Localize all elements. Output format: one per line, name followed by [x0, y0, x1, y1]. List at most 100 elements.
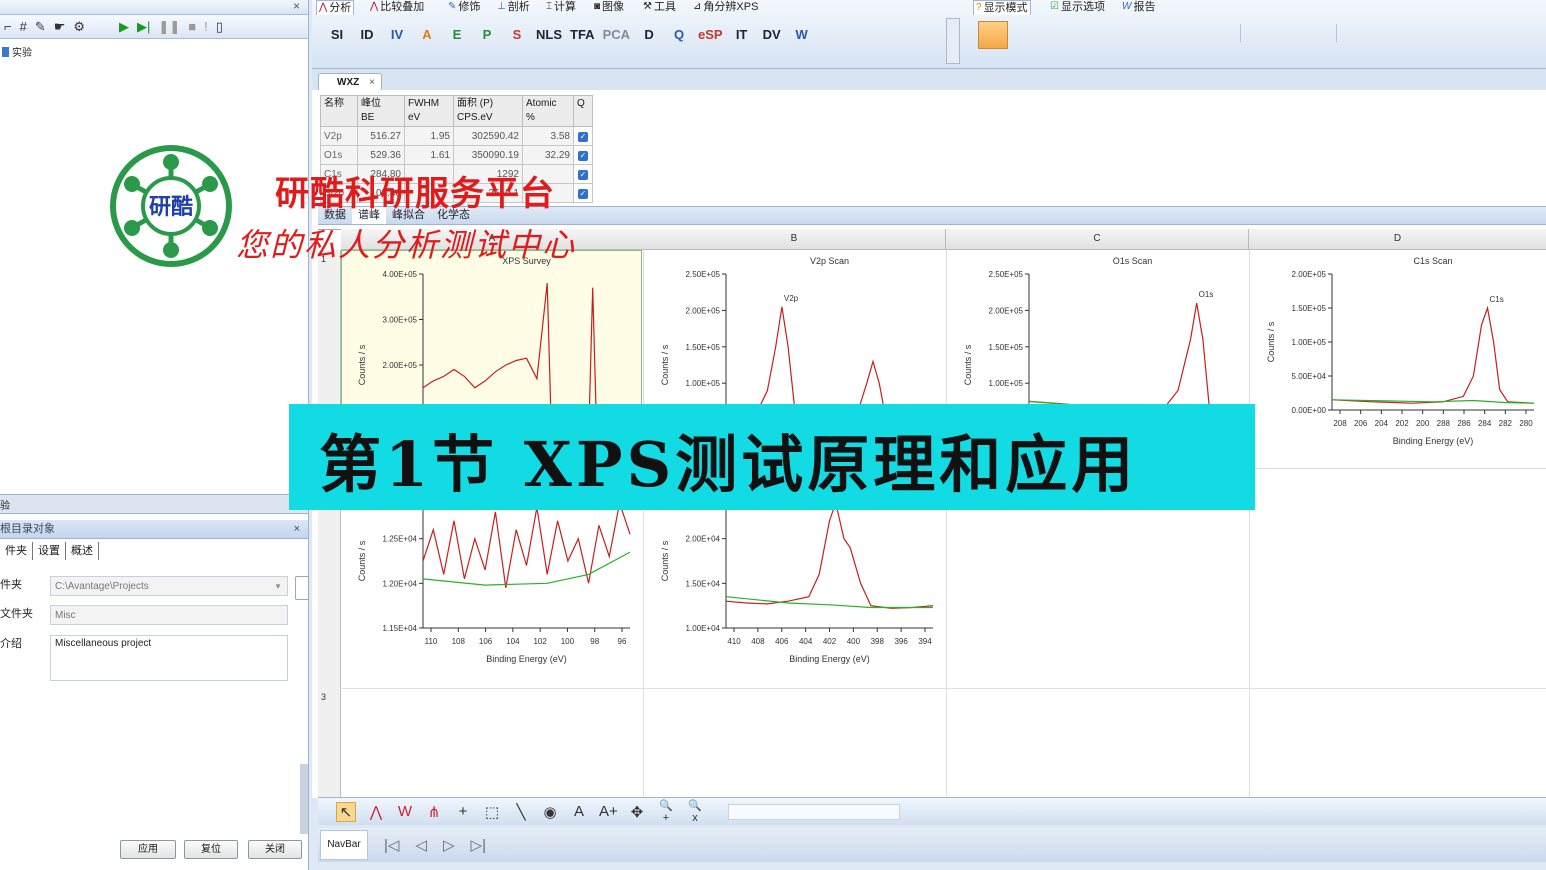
column-header[interactable]: 面积 (P) CPS.eV: [453, 95, 523, 127]
line-tool-icon[interactable]: ╲: [512, 803, 530, 821]
pan-icon[interactable]: ✥: [628, 803, 646, 821]
close-button[interactable]: 关闭: [248, 840, 302, 859]
browse-button[interactable]: [295, 576, 309, 600]
panel-split-bar[interactable]: 验: [0, 494, 308, 514]
reset-button[interactable]: 复位: [184, 840, 238, 859]
spheres-icon[interactable]: S: [506, 27, 528, 42]
column-header[interactable]: Atomic%: [522, 95, 574, 127]
tab-label: 分析: [329, 2, 352, 14]
grid-icon[interactable]: #: [20, 19, 27, 35]
left-scrollbar[interactable]: [300, 764, 308, 834]
tab-compare[interactable]: ⋀ 比较叠加: [370, 0, 424, 14]
tab-calculate[interactable]: ⌶ 计算: [546, 0, 576, 14]
peak-annotation: O1s: [1199, 290, 1214, 299]
peak-add-icon[interactable]: A: [416, 27, 438, 42]
derivative-icon[interactable]: DV: [761, 27, 783, 42]
tab-display-mode[interactable]: ? 显示模式: [973, 0, 1031, 15]
options-icon: ☑: [1050, 1, 1059, 12]
wagner-icon[interactable]: W: [791, 27, 813, 42]
book-icon[interactable]: ▯: [216, 19, 223, 35]
exclamation-icon[interactable]: !: [204, 19, 208, 35]
play-icon[interactable]: ▶: [119, 19, 129, 35]
peak-id-icon[interactable]: ID: [356, 27, 378, 42]
first-page-icon[interactable]: |◁: [384, 836, 399, 854]
smart-fit-icon[interactable]: P: [476, 27, 498, 42]
subfolder-field[interactable]: Misc: [50, 605, 288, 625]
tab-tools[interactable]: ⚒ 工具: [643, 0, 676, 14]
zoom-in-icon[interactable]: 🔍+: [657, 799, 675, 824]
column-header-c[interactable]: C: [946, 229, 1249, 250]
new-icon[interactable]: ⌐: [4, 19, 12, 35]
checkbox-icon[interactable]: ✓: [578, 150, 588, 161]
column-header[interactable]: FWHM eV: [404, 95, 454, 127]
zoom-slider[interactable]: [728, 804, 900, 820]
wave-icon[interactable]: W: [396, 803, 414, 820]
play-step-icon[interactable]: ▶|: [137, 19, 150, 35]
tab-settings[interactable]: 设置: [33, 542, 66, 560]
survey-id-icon[interactable]: SI: [326, 27, 348, 42]
tfa-icon[interactable]: TFA: [570, 27, 595, 42]
tree-item-experiment[interactable]: 实验: [2, 44, 32, 59]
stop-icon[interactable]: ■: [188, 19, 196, 35]
document-tab[interactable]: WXZ ×: [318, 73, 382, 91]
zoom-reset-icon[interactable]: 🔍x: [686, 799, 704, 824]
integrate-icon[interactable]: IT: [731, 27, 753, 42]
display-color-swatch[interactable]: [978, 21, 1008, 49]
tab-modify[interactable]: ✎ 修饰: [448, 0, 480, 14]
tab-folder[interactable]: 件夹: [0, 542, 33, 560]
esp-icon[interactable]: eSP: [698, 27, 723, 42]
box-select-icon[interactable]: ⬚: [483, 803, 501, 821]
checkbox-icon[interactable]: ✓: [578, 188, 588, 199]
column-header[interactable]: Q: [573, 95, 593, 127]
pca-icon[interactable]: PCA: [603, 27, 630, 42]
eye-icon[interactable]: ◉: [541, 803, 559, 821]
description-field[interactable]: Miscellaneous project: [50, 635, 288, 681]
tab-display-options[interactable]: ☑ 显示选项: [1050, 0, 1105, 14]
pencil-icon[interactable]: ✎: [35, 19, 46, 35]
chevron-down-icon[interactable]: ▾: [270, 577, 286, 595]
folder-path-field[interactable]: C:\Avantage\Projects: [50, 576, 288, 596]
checkbox-icon[interactable]: ✓: [578, 169, 588, 180]
hand-icon[interactable]: ☛: [54, 19, 66, 35]
column-header-b[interactable]: B: [643, 229, 946, 250]
peak-marker-icon[interactable]: ⋀: [367, 803, 385, 821]
text-tool-icon[interactable]: A: [570, 803, 588, 820]
peak-fit-icon[interactable]: IV: [386, 27, 408, 42]
x-tick-label: 202: [1395, 419, 1409, 428]
text-add-icon[interactable]: A+: [599, 803, 618, 820]
row-label-3[interactable]: 3: [321, 692, 326, 702]
tab-arxps[interactable]: ⊿ 角分辨XPS: [693, 0, 758, 14]
select-pointer-icon[interactable]: ↖: [336, 801, 356, 822]
table-row[interactable]: V2p 516.27 1.95 302590.42 3.58 ✓: [320, 126, 593, 146]
elements-icon[interactable]: E: [446, 27, 468, 42]
pause-icon[interactable]: ❚❚: [158, 19, 180, 35]
ribbon-scroll-button[interactable]: [946, 18, 960, 64]
nls-icon[interactable]: NLS: [536, 27, 562, 42]
column-header[interactable]: 名称: [320, 95, 358, 127]
column-header-d[interactable]: D: [1249, 229, 1546, 250]
tab-summary[interactable]: 概述: [66, 542, 99, 560]
tab-profile[interactable]: ⊥ 剖析: [497, 0, 530, 14]
column-header[interactable]: 峰位 BE: [357, 95, 405, 127]
apply-button[interactable]: 应用: [120, 840, 176, 859]
previous-page-icon[interactable]: ◁: [415, 836, 427, 854]
properties-close-icon[interactable]: ×: [294, 520, 300, 538]
table-row[interactable]: O1s 529.36 1.61 350090.19 32.29 ✓: [320, 145, 593, 165]
checkbox-icon[interactable]: ✓: [578, 131, 588, 142]
last-page-icon[interactable]: ▷|: [471, 836, 486, 854]
y-tick-label: 1.15E+04: [383, 624, 418, 633]
quantify-icon[interactable]: Q: [668, 27, 690, 42]
region-icon[interactable]: ⋔: [425, 803, 443, 821]
chart-c1s-scan[interactable]: C1s Scan Counts / s 2.00E+05 1.50E+05 1.00E+…: [1254, 252, 1544, 466]
tab-report[interactable]: W 报告: [1122, 0, 1155, 14]
tab-analysis[interactable]: ⋀ 分析: [316, 0, 355, 15]
gear-icon[interactable]: ⚙: [73, 19, 85, 35]
x-tick-label: 282: [1499, 419, 1513, 428]
document-close-icon[interactable]: ×: [369, 74, 375, 91]
project-panel-close-icon[interactable]: ×: [293, 0, 300, 13]
depth-icon[interactable]: D: [638, 27, 660, 42]
x-tick-label: 402: [823, 637, 837, 646]
crosshair-icon[interactable]: +: [454, 803, 472, 820]
tab-image[interactable]: ◙ 图像: [594, 0, 624, 14]
next-page-icon[interactable]: ▷: [443, 836, 455, 854]
